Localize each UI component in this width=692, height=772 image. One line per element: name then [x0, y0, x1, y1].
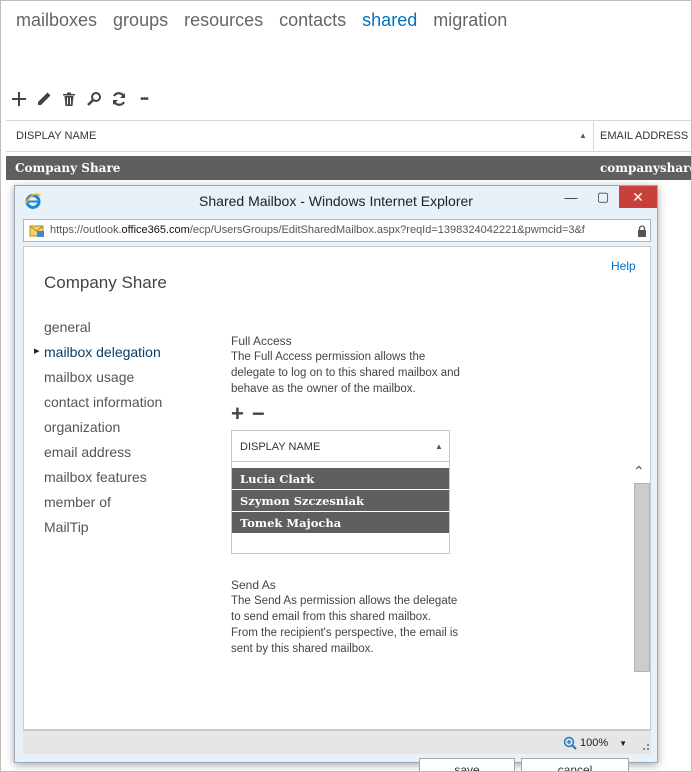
delegates-grid: DISPLAY NAME ▲ Lucia Clark Szymon Szczes… [231, 430, 450, 554]
column-email-address[interactable]: EMAIL ADDRESS [600, 130, 688, 142]
column-display-name[interactable]: DISPLAY NAME [240, 441, 320, 453]
table-row[interactable]: Company Share companyshare@ [6, 156, 691, 180]
cancel-button[interactable]: cancel [521, 758, 629, 771]
zoom-dropdown-icon[interactable]: ▼ [619, 739, 627, 748]
list-item[interactable]: Lucia Clark [232, 467, 449, 489]
list-item[interactable]: Szymon Szczesniak [232, 489, 449, 511]
help-link[interactable]: Help [611, 259, 636, 273]
maximize-button[interactable]: ▢ [587, 186, 619, 208]
add-delegate-icon[interactable]: + [231, 403, 244, 425]
ie-popup-window: Shared Mailbox - Windows Internet Explor… [14, 185, 658, 771]
status-bar: 100% ▼ [23, 730, 651, 754]
add-icon[interactable] [9, 89, 29, 109]
delete-icon[interactable] [59, 89, 79, 109]
exchange-admin-center: mailboxes groups resources contacts shar… [0, 0, 692, 772]
window-titlebar: Shared Mailbox - Windows Internet Explor… [15, 186, 657, 216]
send-as-section: Send As The Send As permission allows th… [231, 578, 461, 657]
address-url[interactable]: https://outlook.office365.com/ecp/UsersG… [50, 224, 630, 236]
zoom-level: 100% [580, 737, 609, 749]
column-display-name[interactable]: DISPLAY NAME [16, 130, 96, 142]
list-item[interactable]: Tomek Majocha [232, 511, 449, 533]
zoom-control[interactable]: 100% ▼ [563, 736, 627, 750]
remove-delegate-icon[interactable]: − [252, 403, 265, 425]
full-access-section: Full Access The Full Access permission a… [231, 334, 461, 554]
address-bar[interactable]: https://outlook.office365.com/ecp/UsersG… [23, 219, 651, 242]
top-navigation: mailboxes groups resources contacts shar… [16, 10, 507, 31]
dialog-content: Help Company Share general mailbox deleg… [23, 246, 651, 771]
nav-shared[interactable]: shared [362, 10, 417, 31]
full-access-title: Full Access [231, 334, 292, 348]
nav-groups[interactable]: groups [113, 10, 168, 31]
sidebar-item-mailtip[interactable]: MailTip [44, 519, 162, 544]
send-as-title: Send As [231, 578, 276, 592]
full-access-actions: + − [231, 403, 461, 425]
url-prefix: https://outlook. [50, 224, 122, 236]
sidebar-item-email-address[interactable]: email address [44, 444, 162, 469]
resize-grip-icon[interactable] [643, 744, 649, 750]
lock-icon [638, 225, 646, 237]
minimize-button[interactable]: — [555, 186, 587, 208]
sidebar-item-general[interactable]: general [44, 319, 162, 344]
sort-ascending-icon[interactable]: ▲ [579, 131, 587, 140]
page-title: Company Share [44, 273, 167, 292]
delegates-list: Lucia Clark Szymon Szczesniak Tomek Majo… [232, 467, 449, 533]
edit-icon[interactable] [34, 89, 54, 109]
scrollbar-thumb[interactable] [634, 483, 650, 672]
nav-resources[interactable]: resources [184, 10, 263, 31]
sidebar-item-organization[interactable]: organization [44, 419, 162, 444]
nav-mailboxes[interactable]: mailboxes [16, 10, 97, 31]
nav-contacts[interactable]: contacts [279, 10, 346, 31]
column-divider [593, 121, 594, 151]
row-email: companyshare@ [600, 161, 691, 175]
zoom-icon [563, 736, 577, 750]
full-access-description: The Full Access permission allows the de… [231, 351, 460, 395]
url-domain: office365.com [121, 224, 190, 236]
sidebar-item-mailbox-usage[interactable]: mailbox usage [44, 369, 162, 394]
grid-header: DISPLAY NAME ▲ EMAIL ADDRESS [6, 120, 691, 152]
refresh-icon[interactable] [109, 89, 129, 109]
search-icon[interactable] [84, 89, 104, 109]
sort-ascending-icon[interactable]: ▲ [435, 442, 443, 451]
url-path: /ecp/UsersGroups/EditSharedMailbox.aspx?… [189, 224, 585, 236]
sidebar-item-mailbox-delegation[interactable]: mailbox delegation [34, 344, 162, 369]
dialog-sidebar: general mailbox delegation mailbox usage… [34, 319, 162, 544]
page-mail-icon [29, 225, 44, 237]
vertical-scrollbar[interactable]: ⌃ ⌄ [630, 463, 650, 771]
nav-migration[interactable]: migration [433, 10, 507, 31]
more-icon[interactable]: ••• [134, 89, 154, 109]
save-button[interactable]: save [419, 758, 515, 771]
close-button[interactable]: ✕ [619, 186, 657, 208]
scroll-up-icon[interactable]: ⌃ [633, 463, 645, 480]
sidebar-item-mailbox-features[interactable]: mailbox features [44, 469, 162, 494]
send-as-description: The Send As permission allows the delega… [231, 595, 459, 655]
row-display-name: Company Share [15, 161, 121, 175]
toolbar: ••• [9, 89, 154, 109]
sidebar-item-member-of[interactable]: member of [44, 494, 162, 519]
delegates-grid-header: DISPLAY NAME ▲ [232, 431, 449, 462]
sidebar-item-contact-information[interactable]: contact information [44, 394, 162, 419]
